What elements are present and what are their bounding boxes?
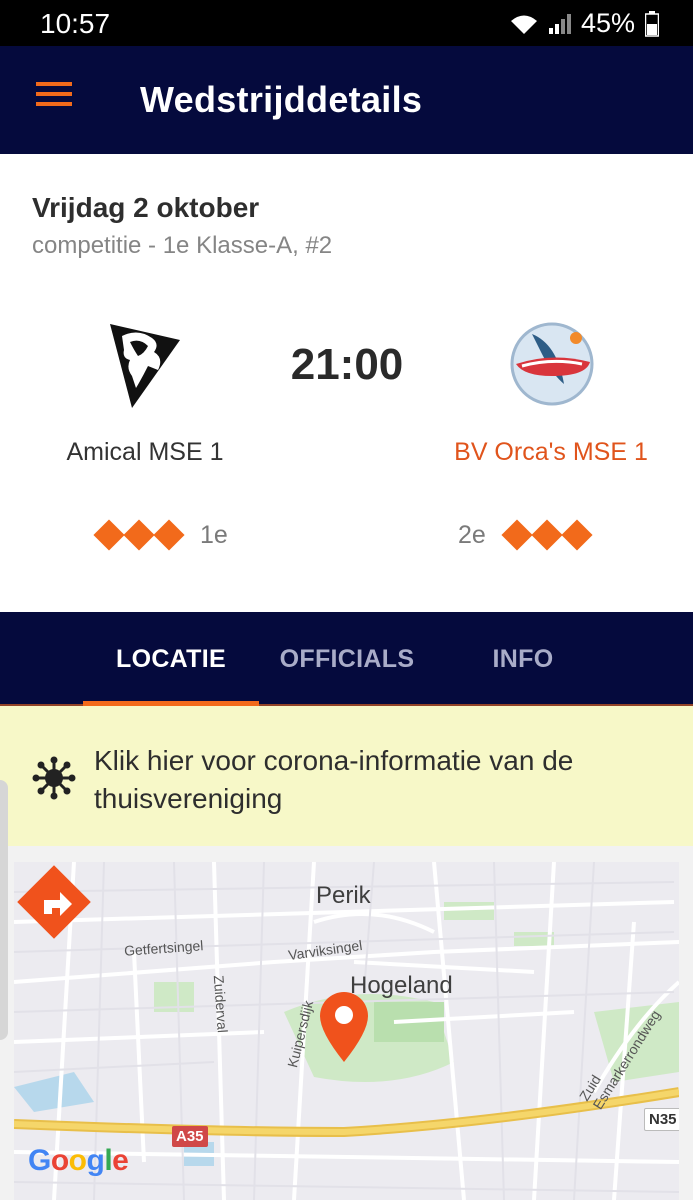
road-shield-n35: N35 bbox=[644, 1108, 679, 1131]
away-team-logo[interactable] bbox=[502, 314, 602, 414]
wifi-icon bbox=[510, 15, 537, 34]
match-time: 21:00 bbox=[290, 340, 404, 389]
rating-diamond-icon bbox=[501, 519, 533, 551]
home-team-logo[interactable] bbox=[108, 318, 182, 410]
hamburger-menu-icon bbox=[36, 82, 72, 106]
away-rating-diamonds bbox=[501, 518, 593, 552]
match-competition: competitie - 1e Klasse-A, #2 bbox=[32, 232, 333, 259]
match-date: Vrijdag 2 oktober bbox=[32, 192, 260, 223]
directions-button[interactable] bbox=[14, 862, 94, 942]
rating-diamond-icon bbox=[531, 519, 563, 551]
rating-diamond-icon bbox=[153, 519, 185, 551]
virus-icon bbox=[32, 756, 76, 800]
rating-diamond-icon bbox=[93, 519, 125, 551]
road-shield-a35: A35 bbox=[172, 1126, 208, 1147]
tab-locatie[interactable]: LOCATIE bbox=[83, 612, 259, 706]
home-team-rank: 1e bbox=[200, 520, 228, 549]
rating-diamond-icon bbox=[123, 519, 155, 551]
menu-button[interactable] bbox=[28, 80, 80, 120]
location-map[interactable]: Perik Hogeland Getfertsingel Varviksinge… bbox=[14, 862, 679, 1200]
status-bar: 10:57 45% bbox=[0, 0, 693, 46]
battery-percentage: 45% bbox=[580, 8, 635, 38]
away-team-rating: 2e bbox=[458, 518, 593, 552]
battery-icon bbox=[645, 10, 659, 37]
home-rating-diamonds bbox=[93, 518, 185, 552]
status-time: 10:57 bbox=[40, 8, 111, 39]
map-label-hogeland: Hogeland bbox=[350, 972, 453, 999]
home-team-rating: 1e bbox=[93, 518, 228, 552]
away-team-rank: 2e bbox=[458, 520, 486, 549]
tab-info[interactable]: INFO bbox=[435, 612, 611, 706]
app-bar: Wedstrijddetails bbox=[0, 46, 693, 154]
corona-info-text: Klik hier voor corona-informatie van de … bbox=[94, 745, 574, 814]
match-card: Vrijdag 2 oktober competitie - 1e Klasse… bbox=[0, 154, 693, 612]
tab-officials[interactable]: OFFICIALS bbox=[259, 612, 435, 706]
page-title: Wedstrijddetails bbox=[140, 79, 423, 120]
tab-bar: LOCATIE OFFICIALS INFO bbox=[0, 612, 693, 706]
signal-icon bbox=[548, 13, 571, 34]
away-team-name[interactable]: BV Orca's MSE 1 bbox=[440, 438, 662, 467]
home-team-name[interactable]: Amical MSE 1 bbox=[20, 438, 270, 467]
google-logo: Google bbox=[28, 1144, 129, 1177]
rating-diamond-icon bbox=[561, 519, 593, 551]
map-label-perik: Perik bbox=[316, 882, 371, 909]
corona-info-banner[interactable]: Klik hier voor corona-informatie van de … bbox=[0, 706, 693, 846]
edge-panel-handle[interactable] bbox=[0, 780, 8, 1040]
status-icons: 45% bbox=[509, 8, 659, 39]
